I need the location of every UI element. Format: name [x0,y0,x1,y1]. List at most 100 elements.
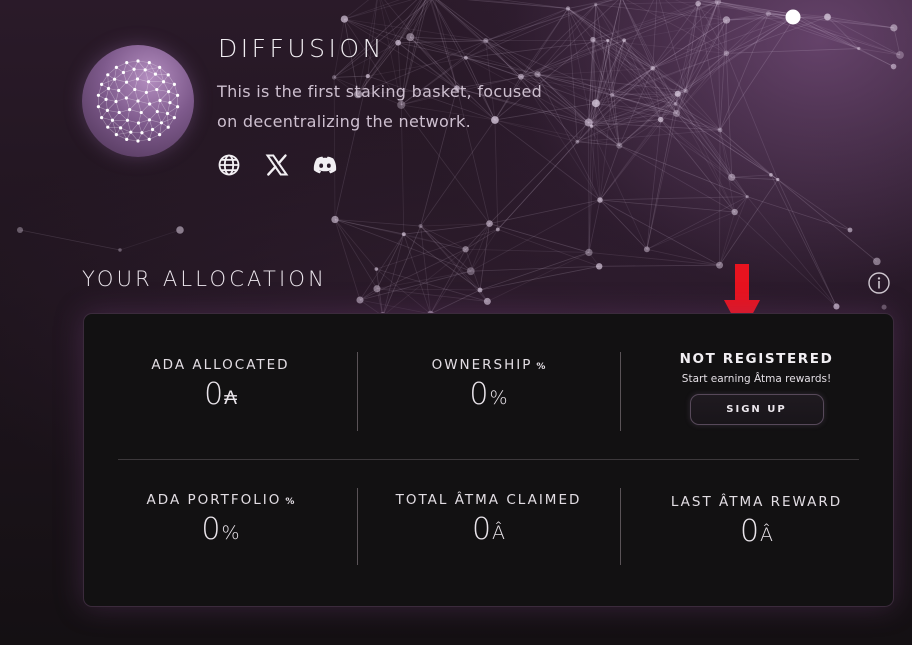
percent-symbol: % [221,522,240,544]
sign-up-button[interactable]: SIGN UP [689,394,824,425]
network-node [477,287,483,293]
ada-allocated-value: 0₳ [84,377,357,416]
logo-node [114,99,118,104]
network-line [731,174,771,178]
logo-node [105,108,110,112]
network-line [430,249,466,315]
logo-line [159,122,162,135]
network-node [495,227,500,232]
ada-allocated-amount: 0 [204,377,224,412]
network-node [176,226,184,234]
logo-node [158,98,162,103]
network-line [375,268,384,317]
network-line [489,199,601,225]
logo-line [137,139,150,142]
ada-portfolio-label: ADA PORTFOLIO% [84,492,357,508]
logo-line [129,109,142,113]
logo-node [125,137,129,141]
logo-node [114,133,118,137]
logo-line [105,99,108,111]
network-node [622,38,626,43]
network-line [382,234,405,317]
logo-node [100,82,104,86]
atma-symbol: Â [492,522,506,544]
logo-node [166,73,170,77]
logo-line [174,84,178,96]
network-line [334,219,361,301]
network-line [719,211,736,266]
social-links [216,152,338,178]
network-node [683,88,688,94]
network-node [16,226,24,234]
discord-link[interactable] [312,152,338,178]
logo-line [126,60,139,63]
logo-line [114,72,124,80]
network-node [765,11,771,17]
registration-status: NOT REGISTERED [679,351,834,367]
logo-line [138,112,142,124]
logo-line [127,120,132,133]
logo-line [130,131,139,142]
registration-panel: NOT REGISTERED Start earning Âtma reward… [620,351,893,425]
logo-line [114,67,117,80]
logo-line [107,101,117,111]
network-node [673,109,681,117]
logo-line [148,81,157,90]
network-node [595,263,603,270]
network-line [675,103,736,213]
network-node [591,99,600,108]
last-atma-reward-amount: 0 [739,514,760,549]
logo-node [155,109,159,114]
network-line [485,8,569,42]
discord-icon [313,156,337,174]
total-atma-claimed-value: 0Â [357,512,620,551]
ada-allocated-label: ADA ALLOCATED [151,357,290,373]
allocation-info-button[interactable] [868,272,890,294]
logo-node [139,110,143,115]
network-node [486,220,493,227]
ada-portfolio-stat: ADA PORTFOLIO% 0% [84,492,357,551]
network-line [470,199,601,272]
network-node [650,65,656,71]
x-link[interactable] [264,152,290,178]
network-line [685,16,794,92]
network-node [731,208,738,216]
network-node [785,9,801,25]
network-line [19,229,121,251]
network-line [599,199,648,250]
description-line-1: This is the first staking basket, focuse… [217,82,543,101]
ownership-label: OWNERSHIP% [357,357,620,373]
logo-line [168,91,171,103]
logo-node [147,118,152,122]
logo-line [156,89,161,101]
ada-portfolio-percent-suffix: % [285,497,295,507]
network-node [657,116,664,123]
network-node [723,50,730,57]
ownership-label-text: OWNERSHIP [431,357,533,373]
network-line [376,288,481,291]
network-node [847,227,853,233]
allocation-card: ADA ALLOCATED 0₳ OWNERSHIP% 0% NOT REGIS… [83,313,894,607]
logo-node [150,127,155,132]
network-line [731,176,778,180]
network-node [890,63,897,70]
logo-node [133,87,137,92]
network-line [652,3,699,69]
logo-node [135,77,140,81]
network-node [769,173,773,177]
network-node [597,197,603,203]
logo-line [98,106,102,118]
description-line-2: on decentralizing the network. [217,112,471,131]
network-line [487,252,590,302]
logo-line [146,81,149,93]
logo-line [149,111,158,120]
logo-line [119,112,128,121]
logo-node [136,139,140,143]
network-node [716,261,724,269]
logo-line [126,97,139,102]
logo-node [146,80,151,84]
website-link[interactable] [216,152,242,178]
network-line [588,199,601,253]
logo-line [129,100,139,110]
atma-symbol: Â [760,524,774,546]
